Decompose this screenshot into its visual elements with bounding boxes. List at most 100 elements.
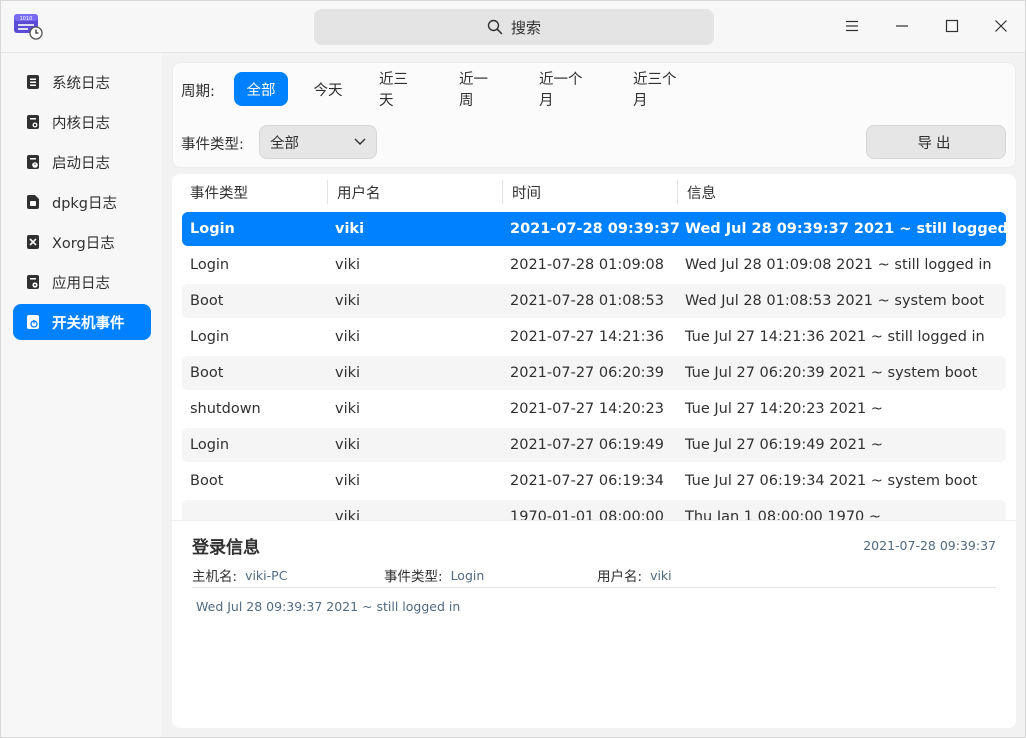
cell-event-type: shutdown — [190, 401, 261, 417]
table-row[interactable]: Login viki 2021-07-27 06:19:49 Tue Jul 27 0… — [182, 428, 1006, 462]
hamburger-menu-icon — [846, 20, 858, 32]
search-icon — [487, 19, 503, 35]
period-3months-button[interactable]: 近三个月 — [621, 72, 701, 109]
host-value: viki-PC — [245, 567, 288, 583]
cell-event-type: Login — [190, 329, 230, 345]
sidebar-item-label: Xorg日志 — [52, 235, 115, 252]
title-bar: 1010 搜索 — [1, 1, 1025, 53]
event-type-select[interactable]: 全部 — [259, 125, 377, 159]
minimize-button[interactable] — [889, 13, 915, 39]
power-event-icon — [27, 315, 39, 329]
sidebar-item-label: 系统日志 — [52, 75, 110, 92]
column-separator[interactable] — [327, 180, 328, 204]
cell-info: Wed Jul 28 01:09:08 2021 ~ still logged … — [685, 257, 992, 273]
kernel-log-icon — [27, 115, 39, 129]
cell-event-type: Boot — [190, 293, 224, 309]
column-header-info[interactable]: 信息 — [687, 174, 716, 210]
cell-info: Tue Jul 27 14:21:36 2021 ~ still logged … — [685, 329, 985, 345]
boot-log-icon — [27, 155, 39, 169]
user-label: 用户名: — [597, 569, 643, 585]
detail-title: 登录信息 — [192, 538, 260, 558]
search-input[interactable]: 搜索 — [314, 9, 714, 45]
sidebar-item-label: 应用日志 — [52, 275, 110, 292]
sidebar-item-app-log[interactable]: 应用日志 — [13, 264, 151, 300]
app-log-icon — [27, 275, 39, 289]
filter-panel: 周期: 全部 今天 近三天 近一周 近一个月 近三个月 事件类型: 全部 导出 — [172, 62, 1016, 168]
sidebar-item-boot-log[interactable]: 启动日志 — [13, 144, 151, 180]
cell-info: Tue Jul 27 06:19:34 2021 ~ system boot — [685, 473, 978, 489]
cell-info: Tue Jul 27 14:20:23 2021 ~ — [685, 401, 883, 417]
cell-info: Tue Jul 27 06:20:39 2021 ~ system boot — [685, 365, 978, 381]
detail-event-type: 事件类型: Login — [384, 565, 485, 586]
cell-username: viki — [335, 365, 361, 381]
cell-time: 2021-07-28 01:09:08 — [510, 257, 664, 273]
cell-username: viki — [335, 437, 361, 453]
sidebar-item-system-log[interactable]: 系统日志 — [13, 64, 151, 100]
table-row[interactable]: Boot viki 2021-07-27 06:19:34 Tue Jul 27 06… — [182, 464, 1006, 498]
cell-username: viki — [335, 473, 361, 489]
close-icon — [995, 20, 1007, 32]
period-label: 周期: — [181, 84, 215, 100]
table-row[interactable]: viki 1970-01-01 08:00:00 Thu Jan 1 08:00:0… — [182, 500, 1006, 520]
table-row[interactable]: Login viki 2021-07-27 14:21:36 Tue Jul 27 1… — [182, 320, 1006, 354]
sidebar-item-kernel-log[interactable]: 内核日志 — [13, 104, 151, 140]
chevron-down-icon — [354, 138, 366, 145]
event-type-value: Login — [450, 567, 485, 583]
user-value: viki — [650, 567, 672, 583]
column-header-username[interactable]: 用户名 — [337, 174, 381, 210]
host-label: 主机名: — [192, 569, 238, 585]
period-1month-button[interactable]: 近一个月 — [527, 72, 607, 109]
event-type-label: 事件类型: — [384, 569, 443, 585]
table-row[interactable]: Login viki 2021-07-28 09:39:37 Wed Jul 28 0… — [182, 212, 1016, 246]
cell-time: 1970-01-01 08:00:00 — [510, 509, 664, 520]
document-icon — [27, 75, 39, 89]
xorg-log-icon — [27, 235, 39, 249]
cell-info: Wed Jul 28 09:39:37 2021 ~ still logged … — [685, 221, 1016, 237]
cell-username: viki — [335, 293, 361, 309]
cell-time: 2021-07-27 06:19:34 — [510, 473, 664, 489]
column-header-event-type[interactable]: 事件类型 — [190, 174, 248, 210]
table-row[interactable]: shutdown viki 2021-07-27 14:20:23 Tue Jul 2… — [182, 392, 1006, 426]
detail-message: Wed Jul 28 09:39:37 2021 ~ still logged … — [196, 599, 461, 614]
detail-user: 用户名: viki — [597, 565, 672, 586]
column-header-time[interactable]: 时间 — [512, 174, 541, 210]
event-table: 事件类型 用户名 时间 信息 Login viki 2021-07-28 09:39… — [172, 174, 1016, 520]
sidebar-item-power-events[interactable]: 开关机事件 — [13, 304, 151, 340]
detail-timestamp: 2021-07-28 09:39:37 — [863, 538, 996, 553]
sidebar-item-label: 启动日志 — [52, 155, 110, 172]
period-1week-button[interactable]: 近一周 — [447, 72, 513, 109]
sidebar-item-label: dpkg日志 — [52, 195, 118, 212]
sidebar: 系统日志 内核日志 启动日志 dpkg日志 Xorg日志 应用日志 开关机事件 — [1, 53, 162, 737]
package-log-icon — [27, 195, 39, 209]
cell-time: 2021-07-27 06:20:39 — [510, 365, 664, 381]
cell-time: 2021-07-27 14:20:23 — [510, 401, 664, 417]
period-today-button[interactable]: 今天 — [301, 72, 355, 106]
cell-event-type: Boot — [190, 473, 224, 489]
search-placeholder: 搜索 — [510, 18, 541, 37]
sidebar-item-label: 开关机事件 — [52, 315, 125, 332]
table-row[interactable]: Boot viki 2021-07-28 01:08:53 Wed Jul 28 01… — [182, 284, 1006, 318]
log-viewer-window: 1010 搜索 系统日志 内核日志 启动日志 dpkg日志 Xorg日志 应用日… — [0, 0, 1026, 738]
cell-time: 2021-07-27 06:19:49 — [510, 437, 664, 453]
cell-event-type: Login — [190, 257, 230, 273]
table-row[interactable]: Login viki 2021-07-28 01:09:08 Wed Jul 28 0… — [182, 248, 1006, 282]
cell-username: viki — [335, 509, 361, 520]
period-all-button[interactable]: 全部 — [234, 72, 288, 106]
period-3days-button[interactable]: 近三天 — [367, 72, 433, 109]
detail-host: 主机名: viki-PC — [192, 565, 288, 586]
cell-info: Thu Jan 1 08:00:00 1970 ~ — [685, 509, 882, 520]
export-button[interactable]: 导出 — [866, 125, 1006, 159]
column-separator[interactable] — [677, 180, 678, 204]
maximize-button[interactable] — [939, 13, 965, 39]
cell-username: viki — [335, 401, 361, 417]
sidebar-item-dpkg-log[interactable]: dpkg日志 — [13, 184, 151, 220]
column-separator[interactable] — [502, 180, 503, 204]
cell-info: Tue Jul 27 06:19:49 2021 ~ — [685, 437, 883, 453]
table-row[interactable]: Boot viki 2021-07-27 06:20:39 Tue Jul 27 06… — [182, 356, 1006, 390]
sidebar-item-xorg-log[interactable]: Xorg日志 — [13, 224, 151, 260]
event-type-value: 全部 — [270, 135, 299, 152]
cell-event-type: Login — [190, 221, 235, 237]
close-button[interactable] — [988, 13, 1014, 39]
menu-button[interactable] — [839, 13, 865, 39]
table-header: 事件类型 用户名 时间 信息 — [172, 174, 1016, 210]
